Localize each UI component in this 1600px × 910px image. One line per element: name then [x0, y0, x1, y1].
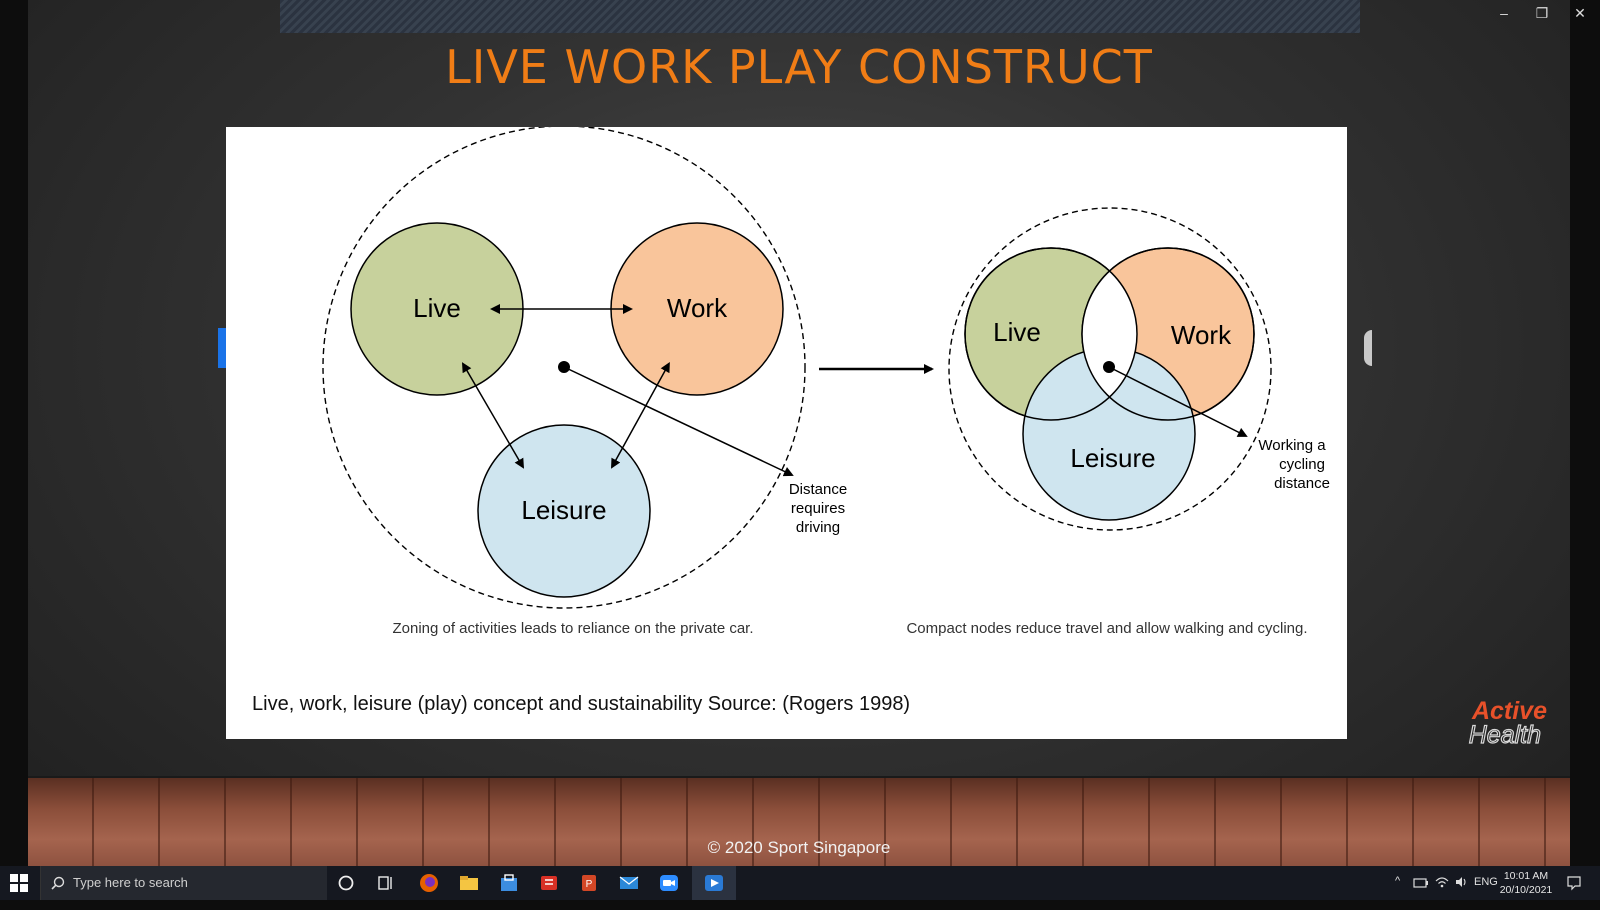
right-diagram-caption: Compact nodes reduce travel and allow wa… — [906, 620, 1307, 637]
reader-icon[interactable] — [538, 872, 560, 894]
left-note-line1: Distance — [789, 481, 847, 498]
left-leisure-label: Leisure — [521, 495, 606, 525]
slide-header-bar — [280, 0, 1360, 33]
clock-time: 10:01 AM — [1503, 870, 1549, 882]
next-slide-button[interactable] — [1364, 330, 1372, 366]
left-note-line2: requires — [791, 500, 845, 517]
file-explorer-icon[interactable] — [458, 872, 480, 894]
right-work-label: Work — [1171, 320, 1232, 350]
restore-button[interactable]: ❐ — [1524, 0, 1560, 26]
svg-text:P: P — [586, 879, 593, 890]
powerpoint-icon[interactable]: P — [578, 872, 600, 894]
search-placeholder: Type here to search — [73, 875, 188, 890]
store-icon[interactable] — [498, 872, 520, 894]
mail-icon[interactable] — [618, 872, 640, 894]
left-live-label: Live — [413, 293, 461, 323]
volume-icon[interactable] — [1454, 875, 1468, 889]
battery-icon[interactable] — [1413, 877, 1429, 889]
wifi-icon[interactable] — [1434, 875, 1450, 889]
taskbar-search-box[interactable]: Type here to search — [40, 866, 327, 900]
right-note-line1: Working a — [1258, 437, 1326, 454]
arrow-live-leisure — [461, 362, 525, 469]
copyright-text: © 2020 Sport Singapore — [707, 838, 891, 857]
clock-date: 20/10/2021 — [1499, 884, 1553, 896]
live-work-play-diagram: Live Work Leisure Distance requires driv… — [322, 125, 1330, 637]
logo-line2: Health — [1469, 721, 1541, 749]
windows-start-icon[interactable] — [10, 874, 28, 892]
slide-title: LIVE WORK PLAY CONSTRUCT — [445, 40, 1153, 94]
task-view-icon[interactable] — [375, 872, 397, 894]
slide-caption: Live, work, leisure (play) concept and s… — [252, 693, 911, 715]
left-work-label: Work — [667, 293, 728, 323]
right-live-label: Live — [993, 317, 1041, 347]
cortana-icon[interactable] — [335, 872, 357, 894]
meeting-app-icon[interactable] — [703, 872, 725, 894]
active-health-logo: Active Health — [1468, 697, 1547, 750]
language-indicator[interactable]: ENG — [1474, 876, 1498, 910]
left-diagram-caption: Zoning of activities leads to reliance o… — [392, 620, 753, 637]
presentation-stage: LIVE WORK PLAY CONSTRUCT Live Work Leisu… — [28, 0, 1570, 866]
slide-content: Live Work Leisure Distance requires driv… — [226, 125, 1347, 739]
left-note-line3: driving — [796, 519, 840, 536]
right-leisure-label: Leisure — [1070, 443, 1155, 473]
notification-icon[interactable] — [1566, 875, 1582, 891]
taskbar: Type here to search P ^ ENG 10:01 AM 20/… — [0, 866, 1600, 900]
arrow-work-leisure — [611, 361, 670, 469]
close-button[interactable]: ✕ — [1562, 0, 1598, 26]
right-note-line3: distance — [1274, 475, 1330, 492]
show-hidden-icons[interactable]: ^ — [1395, 875, 1400, 909]
firefox-icon[interactable] — [418, 872, 440, 894]
right-note-line2: cycling — [1279, 456, 1325, 473]
taskbar-clock[interactable]: 10:01 AM 20/10/2021 — [1496, 869, 1556, 897]
search-icon — [51, 876, 65, 890]
zoom-icon[interactable] — [658, 872, 680, 894]
minimize-button[interactable]: – — [1486, 0, 1522, 26]
